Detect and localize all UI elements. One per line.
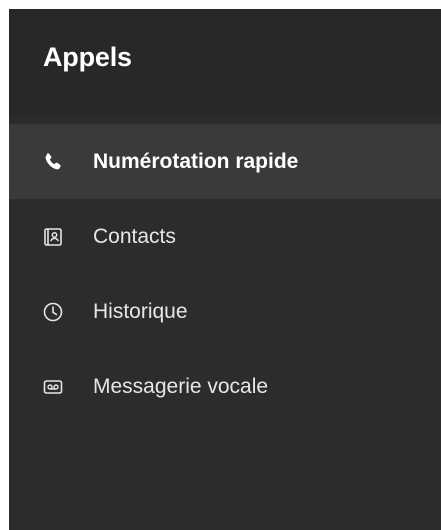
page-title: Appels	[43, 42, 132, 72]
nav-item-history[interactable]: Historique	[9, 274, 441, 349]
voicemail-icon	[42, 376, 64, 398]
panel-header: Appels	[9, 9, 441, 116]
phone-icon	[42, 151, 64, 173]
nav-item-label: Contacts	[93, 224, 176, 248]
nav-item-label: Numérotation rapide	[93, 149, 299, 173]
nav-item-label: Historique	[93, 299, 188, 323]
nav-item-speed-dial[interactable]: Numérotation rapide	[9, 124, 441, 199]
clock-icon	[42, 301, 64, 323]
nav-item-contacts[interactable]: Contacts	[9, 199, 441, 274]
nav-item-label: Messagerie vocale	[93, 374, 269, 398]
contact-card-icon	[42, 226, 64, 248]
calls-panel: Appels Numérotation rapide Contacts Hist…	[9, 9, 441, 530]
calls-nav: Numérotation rapide Contacts Historique …	[9, 124, 441, 424]
nav-item-voicemail[interactable]: Messagerie vocale	[9, 349, 441, 424]
